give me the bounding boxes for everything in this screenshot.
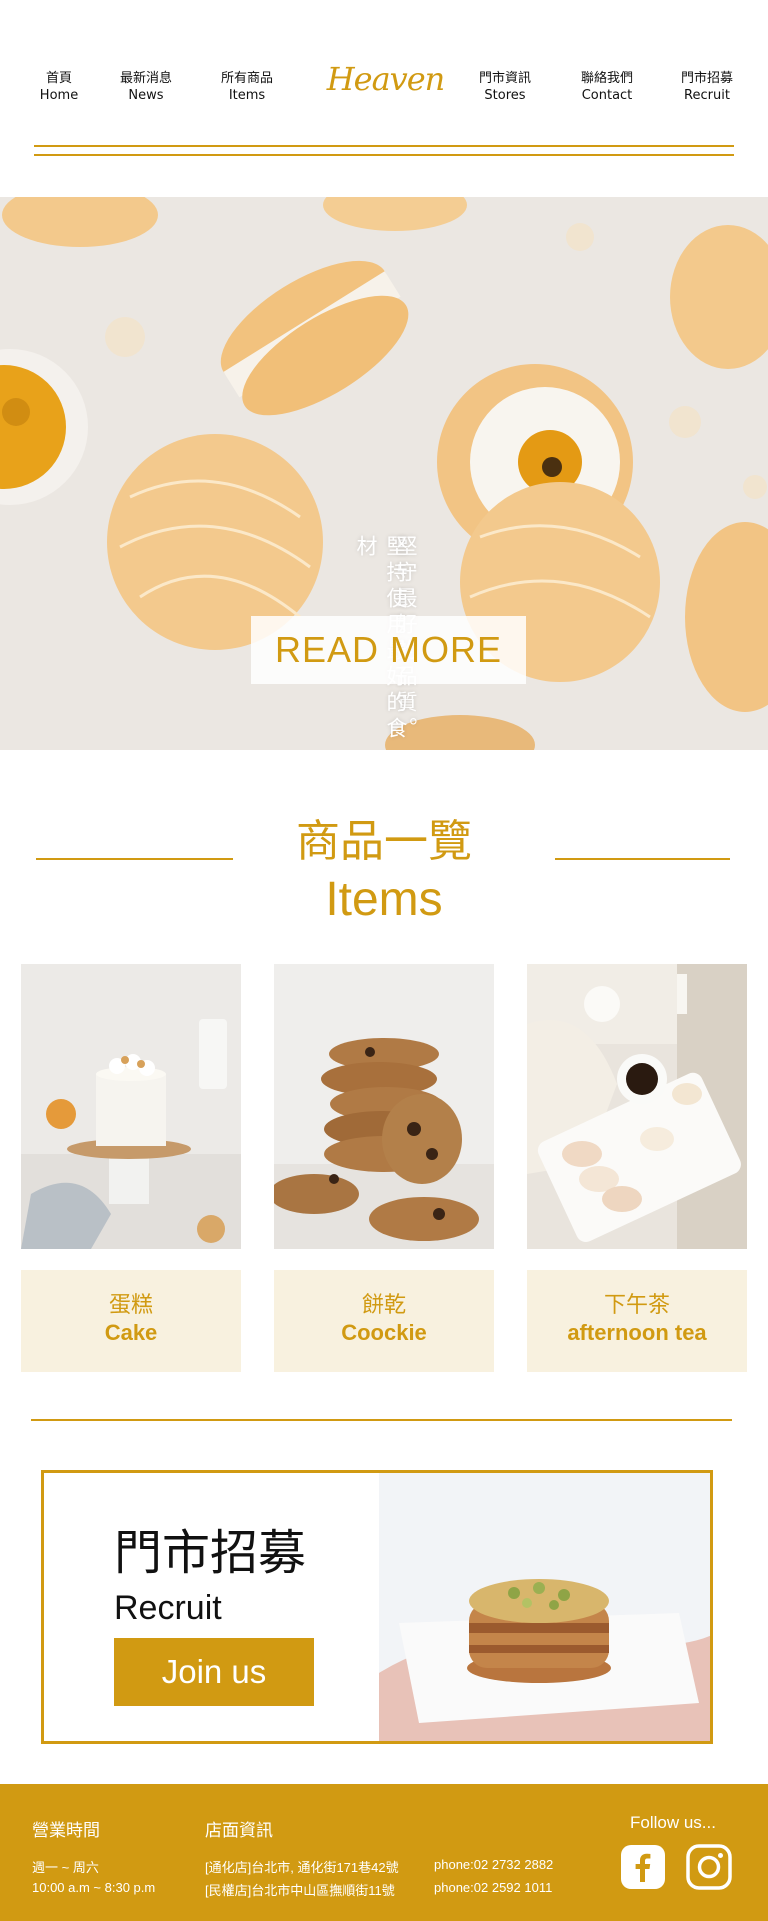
cookie-label-zh: 餅乾 <box>361 1292 406 1317</box>
nav-items-en: Items <box>228 88 266 103</box>
store2-address: [民權店]台北市中山區撫順街11號 <box>205 1883 395 1898</box>
cake-label-zh: 蛋糕 <box>108 1292 153 1317</box>
items-title-rule-left <box>36 858 233 860</box>
cookie-photo[interactable] <box>274 964 494 1249</box>
facebook-icon[interactable] <box>620 1844 666 1890</box>
nav-recruit[interactable]: 門市招募 Recruit <box>662 70 752 104</box>
stores-title: 店面資訊 <box>205 1821 273 1840</box>
recruit-panel: 門市招募 Recruit Join us <box>41 1470 713 1744</box>
nav-contact[interactable]: 聯絡我們 Contact <box>562 70 652 104</box>
cookie-category-card[interactable]: 餅乾 Coockie <box>274 1270 494 1372</box>
nav-home[interactable]: 首頁 Home <box>14 70 104 104</box>
nav-news-en: News <box>128 88 164 103</box>
store2-phone: phone:02 2592 1011 <box>434 1880 553 1895</box>
nav-recruit-en: Recruit <box>684 88 730 103</box>
hours-days: 週一 ~ 周六 <box>32 1860 99 1875</box>
cake-label-en: Cake <box>104 1320 158 1345</box>
afternoon-tea-label-zh: 下午茶 <box>603 1292 670 1317</box>
site-footer: 營業時間 週一 ~ 周六 10:00 a.m ~ 8:30 p.m 店面資訊 [… <box>0 1784 768 1921</box>
hours-time: 10:00 a.m ~ 8:30 p.m <box>32 1880 156 1895</box>
nav-divider-top <box>34 145 734 147</box>
nav-news[interactable]: 最新消息 News <box>101 70 191 104</box>
nav-home-en: Home <box>39 88 79 103</box>
recruit-pastry-photo <box>379 1473 710 1741</box>
store1-address: [通化店]台北市, 通化街171巷42號 <box>205 1860 399 1875</box>
afternoon-tea-image <box>527 964 747 1249</box>
hours-title: 營業時間 <box>32 1821 100 1840</box>
items-title-zh: 商品一覽 <box>296 817 472 866</box>
brand-logo[interactable]: Heaven <box>318 60 453 98</box>
nav-contact-en: Contact <box>581 88 633 103</box>
items-title-rule-right <box>555 858 730 860</box>
nav-stores-en: Stores <box>484 88 526 103</box>
nav-stores[interactable]: 門市資訊 Stores <box>460 70 550 104</box>
cookie-image <box>274 964 494 1249</box>
afternoon-tea-photo[interactable] <box>527 964 747 1249</box>
join-us-button[interactable]: Join us <box>114 1638 314 1706</box>
afternoon-tea-label-en: afternoon tea <box>567 1320 707 1345</box>
store1-phone: phone:02 2732 2882 <box>434 1857 554 1872</box>
read-more-button[interactable]: READ MORE <box>251 616 526 684</box>
follow-us-label: Follow us... <box>630 1813 716 1832</box>
nav-stores-zh: 門市資訊 <box>478 71 531 86</box>
cake-image <box>21 964 241 1249</box>
recruit-title-zh: 門市招募 <box>114 1527 307 1580</box>
afternoon-tea-category-card[interactable]: 下午茶 afternoon tea <box>527 1270 747 1372</box>
cake-photo[interactable] <box>21 964 241 1249</box>
nav-divider-bottom <box>34 154 734 156</box>
instagram-icon[interactable] <box>686 1844 732 1890</box>
top-navigation: 首頁 Home 最新消息 News 所有商品 Items Heaven 門市資訊… <box>0 0 768 160</box>
cookie-label-en: Coockie <box>341 1320 427 1345</box>
nav-news-zh: 最新消息 <box>119 71 172 86</box>
recruit-title-en: Recruit <box>114 1589 222 1627</box>
nav-recruit-zh: 門市招募 <box>680 71 733 86</box>
nav-items[interactable]: 所有商品 Items <box>202 70 292 104</box>
nav-items-zh: 所有商品 <box>220 71 273 86</box>
cake-category-card[interactable]: 蛋糕 Cake <box>21 1270 241 1372</box>
items-section-title: 商品一覽 Items <box>234 812 534 928</box>
nav-contact-zh: 聯絡我們 <box>580 71 633 86</box>
nav-home-zh: 首頁 <box>45 71 72 86</box>
items-title-en: Items <box>325 873 443 926</box>
section-divider <box>31 1419 732 1421</box>
